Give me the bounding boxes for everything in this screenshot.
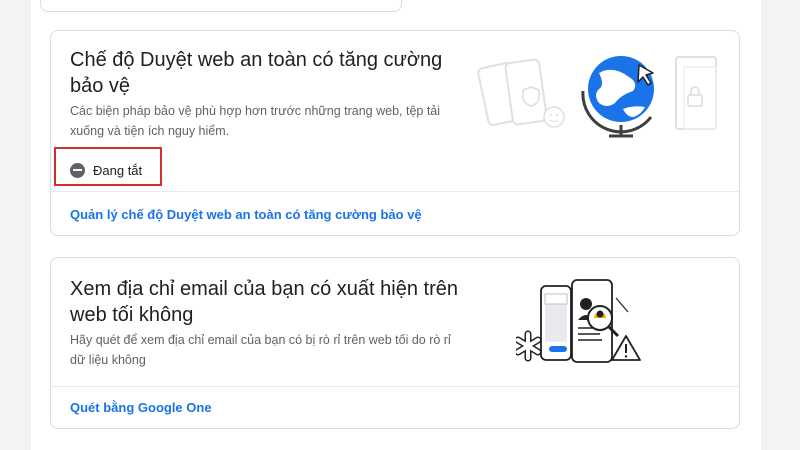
red-highlight-box (54, 147, 162, 186)
safe-browsing-description: Các biện pháp bảo vệ phù hợp hơn trước n… (70, 104, 441, 138)
search-bar-edge (40, 0, 402, 12)
lock-icon (675, 56, 717, 130)
scan-google-one-link[interactable]: Quét bằng Google One (70, 400, 212, 415)
dark-web-title: Xem địa chỉ email của bạn có xuất hiện t… (70, 278, 458, 326)
asterisk-icon (516, 330, 542, 362)
phone-shield-icon (477, 58, 565, 128)
warning-icon (611, 335, 641, 361)
globe-icon (581, 56, 654, 138)
dark-web-email-card: Xem địa chỉ email của bạn có xuất hiện t… (50, 257, 740, 429)
card-divider (51, 191, 739, 192)
manage-safe-browsing-link[interactable]: Quản lý chế độ Duyệt web an toàn có tăng… (70, 207, 422, 222)
dark-web-description: Hãy quét để xem địa chỉ email của bạn có… (70, 333, 451, 367)
dark-web-illustration (516, 279, 641, 363)
safe-browsing-title: Chế độ Duyệt web an toàn có tăng cường b… (70, 49, 443, 97)
safe-browsing-card: Chế độ Duyệt web an toàn có tăng cường b… (50, 30, 740, 236)
card-divider (51, 386, 739, 387)
safe-browsing-illustration (477, 56, 717, 138)
